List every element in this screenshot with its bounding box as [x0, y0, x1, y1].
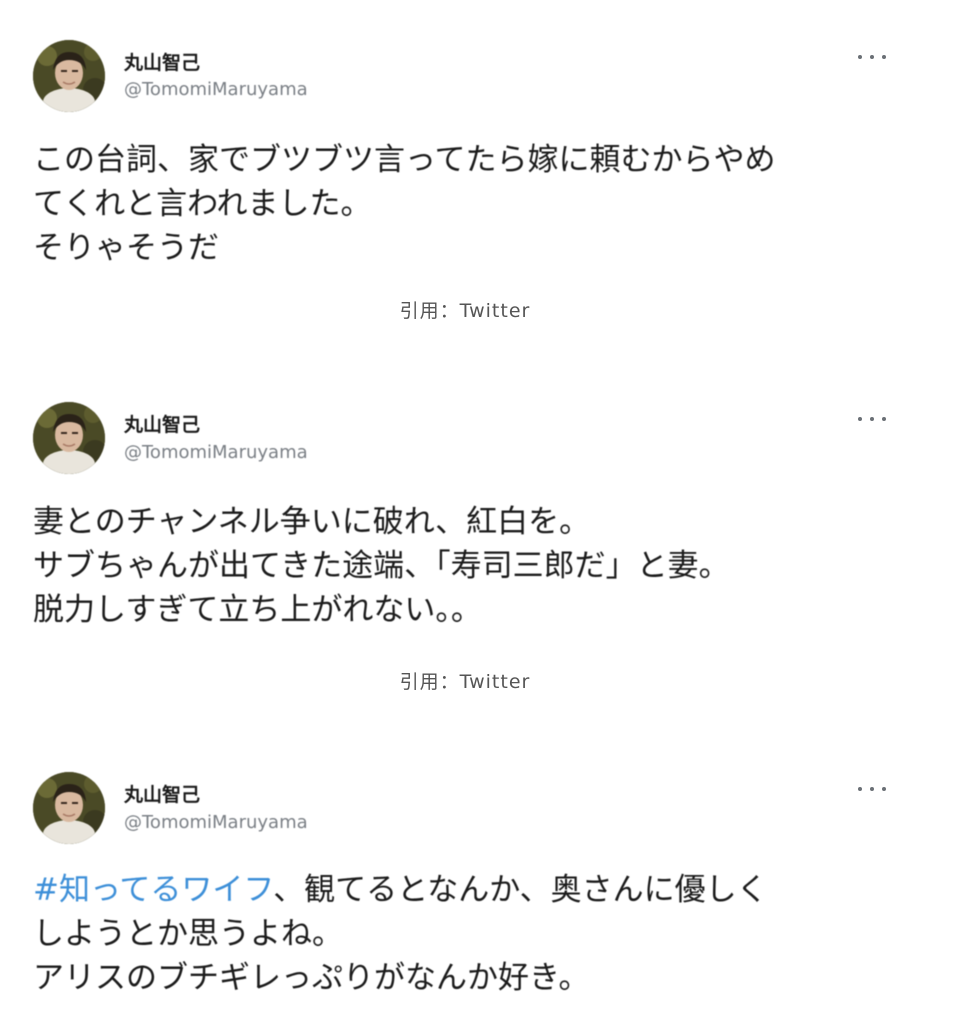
user-handle[interactable]: @TomomiMaruyama	[124, 442, 308, 463]
more-options-icon[interactable]	[858, 47, 886, 67]
avatar[interactable]	[33, 40, 105, 112]
citation: 引用：Twitter	[399, 300, 531, 322]
tweet-line: 妻とのチャンネル争いに破れ、紅白を。	[33, 504, 591, 540]
more-options-icon[interactable]	[858, 409, 886, 429]
tweet-line: てくれと言われました。	[33, 186, 372, 222]
avatar-image	[33, 772, 105, 844]
avatar-image	[33, 402, 105, 474]
tweet-line: サブちゃんが出てきた途端、「寿司三郎だ」と妻。	[33, 548, 730, 584]
citation: 引用：Twitter	[399, 671, 531, 693]
display-name[interactable]: 丸山智己	[124, 410, 200, 437]
tweet-line: アリスのブチギレっぷりがなんか好き。	[33, 960, 590, 996]
tweet-text: この台詞、家でブツブツ言ってたら嫁に頼むからやめ てくれと言われました。 そりゃ…	[33, 138, 913, 270]
display-name[interactable]: 丸山智己	[124, 48, 200, 75]
avatar[interactable]	[33, 772, 105, 844]
tweet-line: #知ってるワイフ、観てるとなんか、奥さんに優しく	[33, 868, 913, 912]
avatar-image	[33, 40, 105, 112]
tweet-line: そりゃそうだ	[33, 230, 219, 266]
tweet-text: 妻とのチャンネル争いに破れ、紅白を。 サブちゃんが出てきた途端、「寿司三郎だ」と…	[33, 500, 913, 632]
tweet-line: 脱力しすぎて立ち上がれない。。	[33, 592, 482, 628]
more-options-icon[interactable]	[858, 779, 886, 799]
user-handle[interactable]: @TomomiMaruyama	[124, 79, 308, 100]
avatar[interactable]	[33, 402, 105, 474]
display-name[interactable]: 丸山智己	[124, 780, 200, 807]
hashtag-link[interactable]: #知ってるワイフ	[33, 872, 273, 908]
tweet-line-rest: 、観てるとなんか、奥さんに優しく	[273, 872, 768, 908]
tweet-line: しようとか思うよね。	[33, 916, 343, 952]
tweet-line: この台詞、家でブツブツ言ってたら嫁に頼むからやめ	[33, 142, 776, 178]
tweet-text: #知ってるワイフ、観てるとなんか、奥さんに優しく しようとか思うよね。 アリスの…	[33, 868, 913, 1000]
user-handle[interactable]: @TomomiMaruyama	[124, 812, 308, 833]
